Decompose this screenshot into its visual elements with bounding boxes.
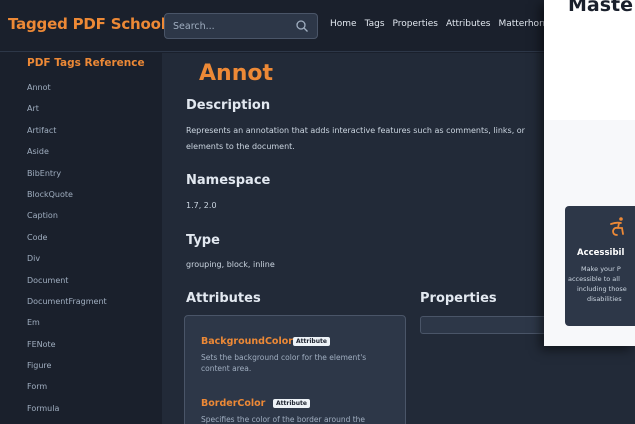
nav-home[interactable]: Home	[330, 19, 357, 33]
namespace-heading: Namespace	[186, 173, 271, 188]
type-value: grouping, block, inline	[186, 260, 275, 269]
sidebar-item-bibentry[interactable]: BibEntry	[27, 163, 107, 184]
attribute-name-bordercolor[interactable]: BorderColor	[201, 398, 265, 409]
sidebar-item-art[interactable]: Art	[27, 98, 107, 119]
nav-matterhorn[interactable]: Matterhorn	[498, 19, 545, 33]
card-text-line-3: including those	[577, 285, 627, 293]
description-heading: Description	[186, 98, 271, 113]
site-brand[interactable]: Tagged PDF School	[8, 15, 166, 33]
sidebar-item-code[interactable]: Code	[27, 227, 107, 248]
search-input[interactable]	[173, 18, 288, 34]
sidebar: PDF Tags Reference Annot Art Artifact As…	[0, 53, 162, 424]
properties-panel	[420, 316, 560, 334]
nav-attributes[interactable]: Attributes	[446, 19, 490, 33]
sidebar-item-formula[interactable]: Formula	[27, 398, 107, 419]
nav-properties[interactable]: Properties	[393, 19, 438, 33]
site-header: Tagged PDF School Home Tags Properties A…	[0, 0, 635, 52]
promo-overlay[interactable]: Maste Accessibil Make your P accessible …	[544, 0, 635, 346]
accessibility-card-title: Accessibil	[577, 248, 625, 258]
namespace-value: 1.7, 2.0	[186, 201, 217, 210]
type-heading: Type	[186, 233, 220, 248]
attributes-heading: Attributes	[186, 291, 261, 306]
description-line-1: Represents an annotation that adds inter…	[186, 126, 525, 135]
description-line-2: elements to the document.	[186, 142, 295, 151]
accessibility-icon	[610, 217, 624, 236]
sidebar-item-blockquote[interactable]: BlockQuote	[27, 184, 107, 205]
sidebar-item-document[interactable]: Document	[27, 270, 107, 291]
accessibility-card[interactable]: Accessibil Make your P accessible to all…	[565, 206, 635, 326]
search-icon[interactable]	[295, 19, 309, 33]
card-text-line-2: accessible to all	[568, 275, 620, 283]
sidebar-item-fenote[interactable]: FENote	[27, 334, 107, 355]
sidebar-item-form[interactable]: Form	[27, 376, 107, 397]
attribute-name-backgroundcolor[interactable]: BackgroundColor	[201, 336, 293, 347]
sidebar-item-em[interactable]: Em	[27, 312, 107, 333]
sidebar-list: Annot Art Artifact Aside BibEntry BlockQ…	[27, 77, 107, 419]
search-box[interactable]	[164, 13, 318, 39]
sidebar-item-caption[interactable]: Caption	[27, 205, 107, 226]
sidebar-item-annot[interactable]: Annot	[27, 77, 107, 98]
main-nav: Home Tags Properties Attributes Matterho…	[330, 19, 545, 33]
overlay-header: Maste	[544, 0, 635, 120]
card-text-line-4: disabilities	[587, 295, 622, 303]
properties-heading: Properties	[420, 291, 497, 306]
sidebar-item-artifact[interactable]: Artifact	[27, 120, 107, 141]
attribute-badge: Attribute	[293, 337, 330, 346]
attributes-panel: BackgroundColor Attribute Sets the backg…	[184, 315, 406, 424]
nav-tags[interactable]: Tags	[365, 19, 385, 33]
card-text-line-1: Make your P	[581, 265, 621, 273]
attribute-badge: Attribute	[273, 399, 310, 408]
sidebar-item-div[interactable]: Div	[27, 248, 107, 269]
sidebar-item-aside[interactable]: Aside	[27, 141, 107, 162]
sidebar-item-documentfragment[interactable]: DocumentFragment	[27, 291, 107, 312]
attribute-desc-line-1: Specifies the color of the border around…	[201, 415, 366, 424]
attribute-desc-line-2: content area.	[201, 364, 252, 373]
sidebar-title: PDF Tags Reference	[27, 57, 145, 69]
attribute-desc-line-1: Sets the background color for the elemen…	[201, 353, 367, 362]
accessibility-card-text: Make your P accessible to all including …	[565, 264, 635, 304]
page-title: Annot	[199, 61, 273, 86]
sidebar-item-figure[interactable]: Figure	[27, 355, 107, 376]
overlay-title: Maste	[568, 0, 634, 16]
